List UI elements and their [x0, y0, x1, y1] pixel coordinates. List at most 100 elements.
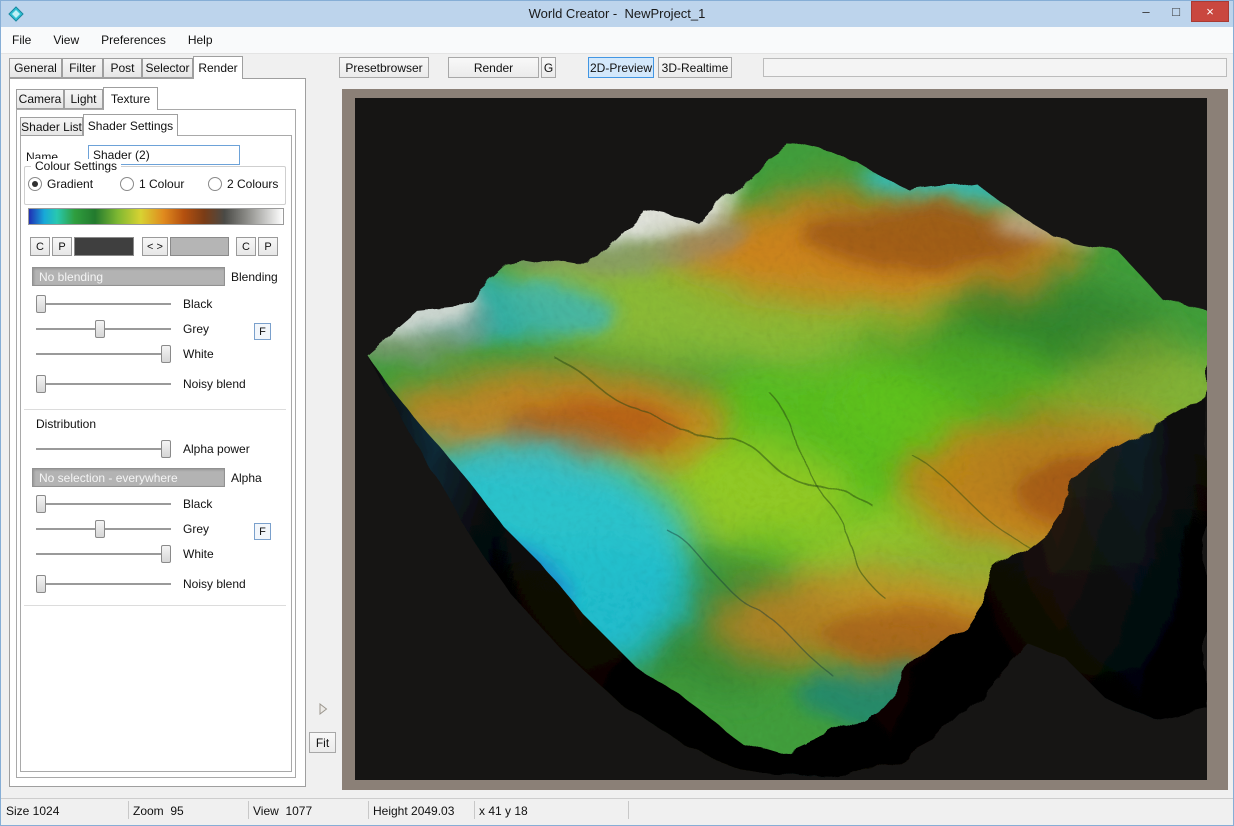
render-button[interactable]: Render: [448, 57, 539, 78]
menubar: File View Preferences Help: [1, 27, 1233, 54]
tab-texture[interactable]: Texture: [103, 87, 158, 110]
alpha-label: Alpha: [231, 471, 262, 485]
alpha-selection-combobox[interactable]: No selection - everywhere: [32, 468, 225, 487]
distribution-legend: Distribution: [36, 417, 96, 431]
tab-selector[interactable]: Selector: [142, 58, 193, 78]
tab-camera[interactable]: Camera: [16, 89, 64, 109]
dist-white-slider-label: White: [183, 547, 214, 561]
status-height: Height 2049.03: [373, 804, 454, 818]
filter-button[interactable]: F: [254, 323, 271, 340]
render-progressbar: [763, 58, 1227, 77]
grey-slider-label: Grey: [183, 322, 209, 336]
tab-general[interactable]: General: [9, 58, 62, 78]
status-size: Size 1024: [6, 804, 59, 818]
fit-button[interactable]: Fit: [309, 732, 336, 753]
maximize-button[interactable]: □: [1161, 1, 1191, 22]
grey-slider[interactable]: [36, 319, 171, 339]
paste-colour-button-left[interactable]: P: [52, 237, 72, 256]
slider-track: [36, 583, 171, 585]
slider-thumb[interactable]: [36, 495, 46, 513]
left-colour-swatch[interactable]: [74, 237, 134, 256]
dist-noisy-blend-slider[interactable]: [36, 574, 171, 594]
white-slider[interactable]: [36, 344, 171, 364]
slider-thumb[interactable]: [36, 575, 46, 593]
black-slider[interactable]: [36, 294, 171, 314]
slider-track: [36, 448, 171, 450]
close-button[interactable]: ×: [1191, 1, 1229, 22]
one-colour-radio[interactable]: 1 Colour: [120, 177, 184, 191]
dist-black-slider[interactable]: [36, 494, 171, 514]
slider-track: [36, 553, 171, 555]
colour-settings-legend: Colour Settings: [31, 159, 121, 173]
status-separator: [128, 801, 129, 819]
menu-help[interactable]: Help: [177, 27, 224, 53]
right-arrow-icon: [317, 703, 329, 715]
slider-thumb[interactable]: [36, 375, 46, 393]
slider-thumb[interactable]: [161, 440, 171, 458]
gradient-radio[interactable]: Gradient: [28, 177, 93, 191]
radio-label: Gradient: [47, 177, 93, 191]
alpha-power-slider[interactable]: [36, 439, 171, 459]
titlebar[interactable]: World Creator - NewProject_1 – □ ×: [1, 1, 1233, 27]
tab-filter[interactable]: Filter: [62, 58, 103, 78]
preview-viewport: [342, 89, 1228, 790]
tab-shader-settings[interactable]: Shader Settings: [83, 114, 178, 136]
blending-label: Blending: [231, 270, 278, 284]
status-separator: [474, 801, 475, 819]
terrain-3d-render: [355, 98, 1207, 780]
noisy-blend-slider[interactable]: [36, 374, 171, 394]
blending-combobox[interactable]: No blending: [32, 267, 225, 286]
dist-grey-slider-label: Grey: [183, 522, 209, 536]
menu-preferences[interactable]: Preferences: [90, 27, 177, 53]
radio-label: 1 Colour: [139, 177, 184, 191]
3d-realtime-toggle[interactable]: 3D-Realtime: [658, 57, 732, 78]
right-colour-swatch[interactable]: [170, 237, 229, 256]
two-colours-radio[interactable]: 2 Colours: [208, 177, 278, 191]
radio-icon[interactable]: [208, 177, 222, 191]
slider-thumb[interactable]: [95, 320, 105, 338]
paste-colour-button-right[interactable]: P: [258, 237, 278, 256]
presetbrowser-button[interactable]: Presetbrowser: [339, 57, 429, 78]
g-button[interactable]: G: [541, 57, 556, 78]
app-window: World Creator - NewProject_1 – □ × File …: [0, 0, 1234, 826]
menu-view[interactable]: View: [42, 27, 90, 53]
dist-black-slider-label: Black: [183, 497, 212, 511]
dist-noisy-blend-slider-label: Noisy blend: [183, 577, 246, 591]
slider-thumb[interactable]: [95, 520, 105, 538]
slider-track: [36, 503, 171, 505]
statusbar: Size 1024 Zoom 95 View 1077 Height 2049.…: [1, 798, 1233, 826]
radio-icon[interactable]: [120, 177, 134, 191]
menu-file[interactable]: File: [1, 27, 42, 53]
tab-shader-list[interactable]: Shader List: [20, 117, 83, 136]
black-slider-label: Black: [183, 297, 212, 311]
swap-colours-button[interactable]: < >: [142, 237, 168, 256]
alpha-selection-combobox-value: No selection - everywhere: [39, 471, 178, 485]
2d-preview-toggle[interactable]: 2D-Preview: [588, 57, 654, 78]
render-viewport[interactable]: [355, 98, 1207, 780]
gradient-bar[interactable]: [28, 208, 284, 225]
status-cursor: x 41 y 18: [479, 804, 528, 818]
panel-collapse-arrow[interactable]: [313, 699, 332, 718]
dist-filter-button[interactable]: F: [254, 523, 271, 540]
copy-colour-button-right[interactable]: C: [236, 237, 256, 256]
tab-light[interactable]: Light: [64, 89, 103, 109]
radio-label: 2 Colours: [227, 177, 278, 191]
tab-render[interactable]: Render: [193, 56, 243, 79]
separator: [24, 605, 286, 606]
status-separator: [248, 801, 249, 819]
slider-thumb[interactable]: [36, 295, 46, 313]
status-zoom: Zoom 95: [133, 804, 184, 818]
minimize-button[interactable]: –: [1131, 1, 1161, 22]
dist-grey-slider[interactable]: [36, 519, 171, 539]
blending-combobox-value: No blending: [39, 270, 103, 284]
dist-white-slider[interactable]: [36, 544, 171, 564]
alpha-power-label: Alpha power: [183, 442, 250, 456]
noisy-blend-slider-label: Noisy blend: [183, 377, 246, 391]
slider-thumb[interactable]: [161, 545, 171, 563]
radio-icon[interactable]: [28, 177, 42, 191]
slider-thumb[interactable]: [161, 345, 171, 363]
separator: [24, 409, 286, 410]
copy-colour-button-left[interactable]: C: [30, 237, 50, 256]
tab-post[interactable]: Post: [103, 58, 142, 78]
status-separator: [368, 801, 369, 819]
